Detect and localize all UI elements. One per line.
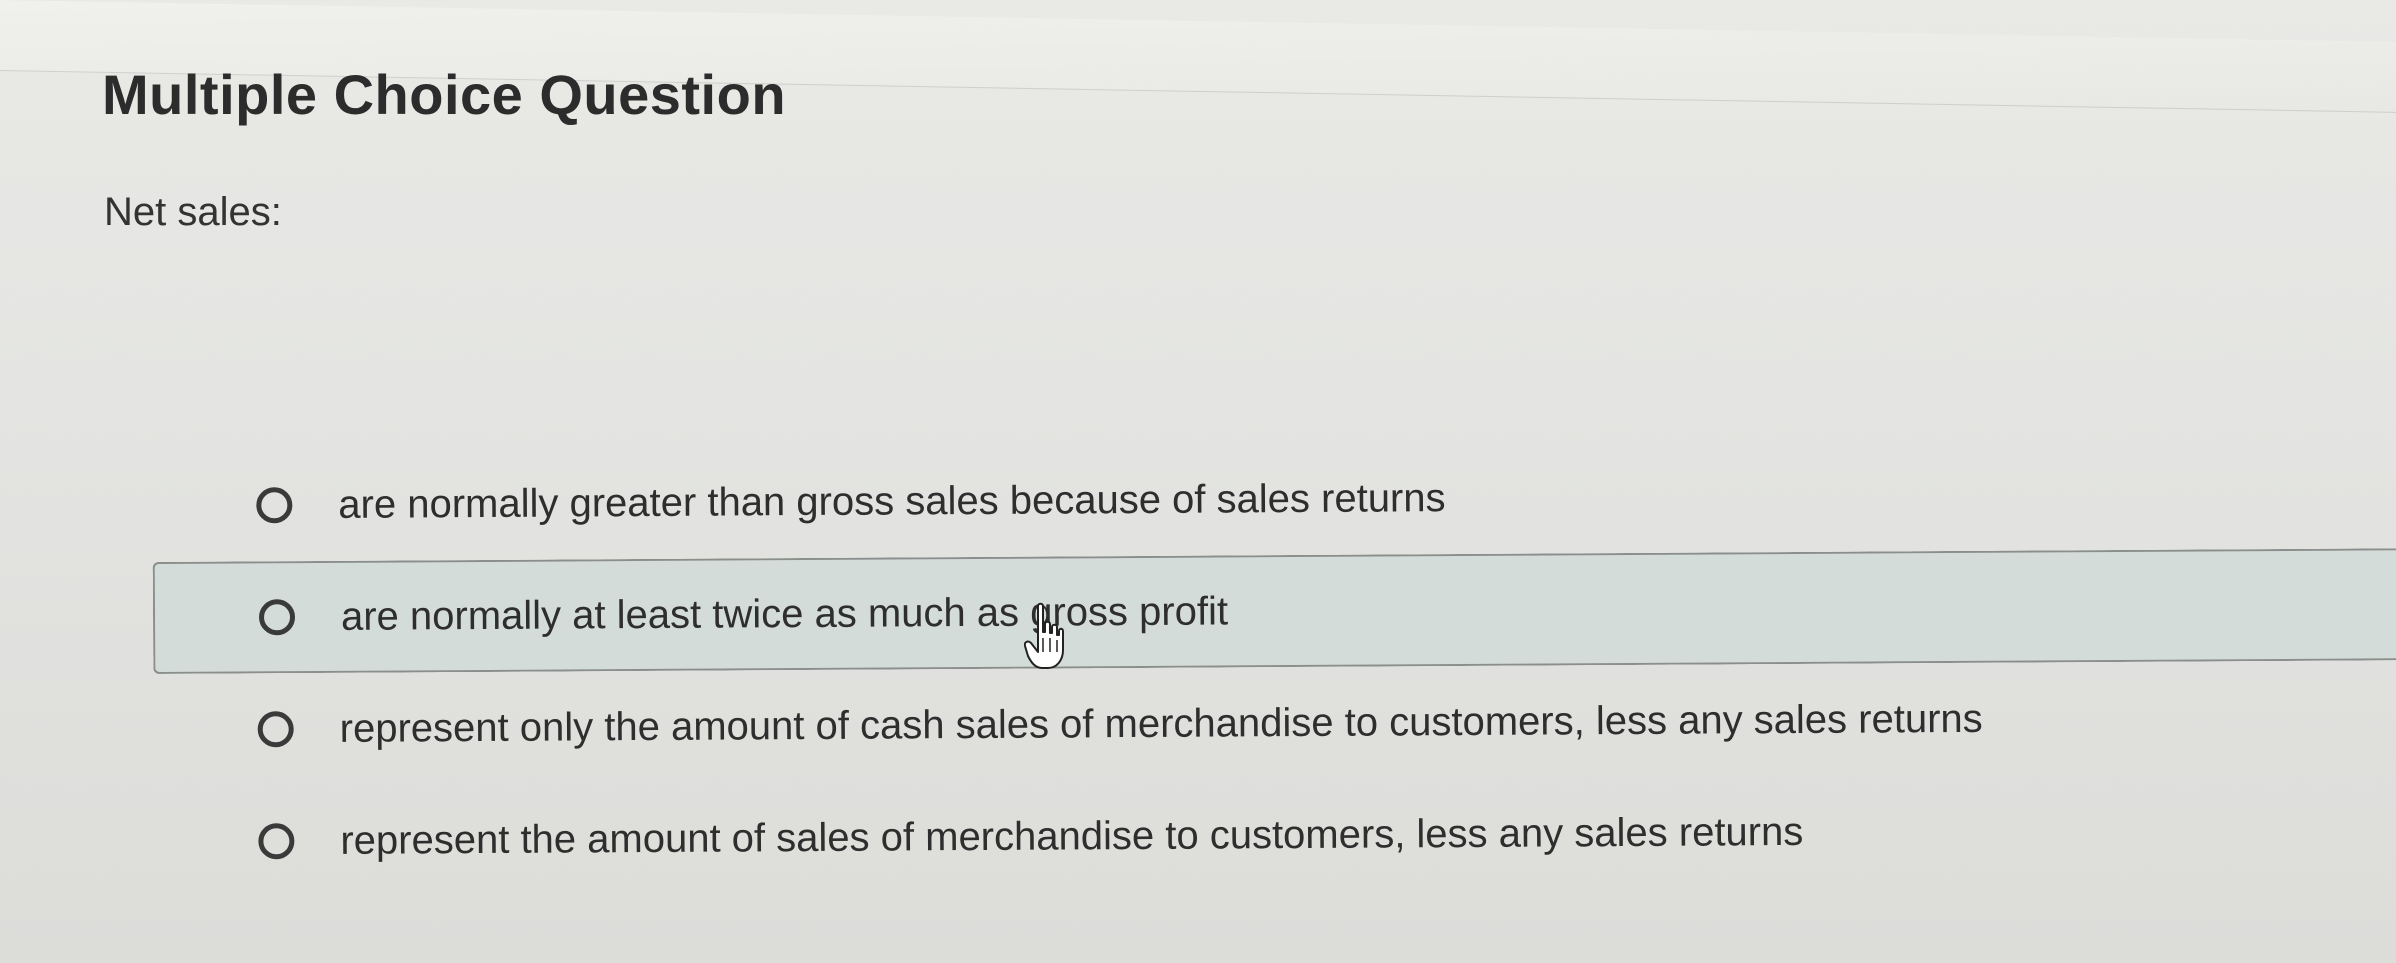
answer-option-label: are normally at least twice as much as g…: [340, 588, 1229, 639]
radio-button-icon[interactable]: [258, 599, 296, 636]
answer-option-label: represent only the amount of cash sales …: [339, 696, 1983, 751]
answer-option-2[interactable]: are normally at least twice as much as g…: [152, 548, 2396, 674]
radio-button-icon[interactable]: [257, 711, 294, 748]
answer-option-label: represent the amount of sales of merchan…: [340, 809, 1804, 863]
radio-button-icon[interactable]: [256, 487, 293, 524]
answer-option-label: are normally greater than gross sales be…: [338, 475, 1446, 527]
hand-pointer-icon: [1024, 602, 1064, 669]
radio-button-icon[interactable]: [258, 823, 295, 860]
question-prompt: Net sales:: [104, 190, 282, 234]
answer-options: are normally greater than gross sales be…: [152, 436, 2396, 898]
question-page: Multiple Choice Question Net sales: are …: [0, 0, 2396, 963]
question-type-heading: Multiple Choice Question: [102, 63, 787, 126]
answer-option-3[interactable]: represent only the amount of cash sales …: [153, 660, 2396, 786]
answer-option-4[interactable]: represent the amount of sales of merchan…: [154, 772, 2396, 898]
answer-option-1[interactable]: are normally greater than gross sales be…: [152, 436, 2396, 562]
